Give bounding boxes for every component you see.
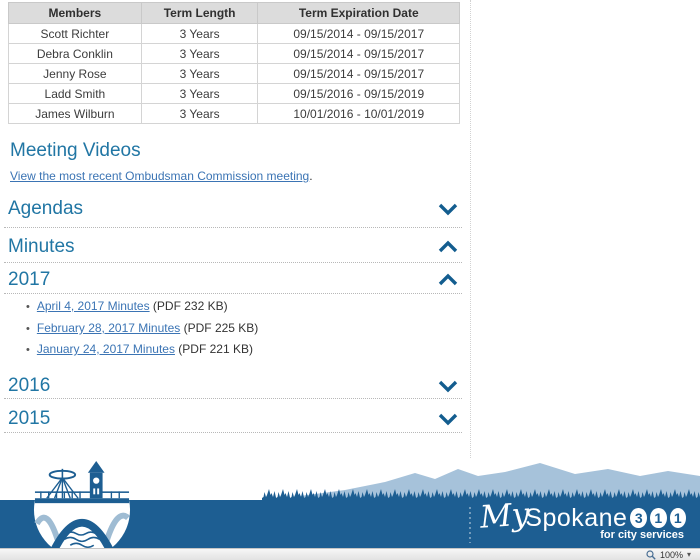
brand-my: My bbox=[478, 496, 531, 536]
accordion-title: Agendas bbox=[8, 198, 84, 219]
content-divider bbox=[470, 0, 471, 458]
chevron-up-icon[interactable] bbox=[438, 273, 458, 287]
section-divider bbox=[4, 227, 462, 228]
table-row: Ladd Smith 3 Years 09/15/2016 - 09/15/20… bbox=[8, 83, 460, 104]
term-expiration: 09/15/2014 - 09/15/2017 bbox=[257, 23, 460, 44]
list-item: • April 4, 2017 Minutes (PDF 232 KB) bbox=[26, 299, 228, 313]
minutes-pdf-link[interactable]: February 28, 2017 Minutes bbox=[37, 321, 180, 335]
list-item: • February 28, 2017 Minutes (PDF 225 KB) bbox=[26, 321, 258, 335]
page: Members Term Length Term Expiration Date… bbox=[0, 0, 700, 560]
term-length: 3 Years bbox=[140, 103, 259, 124]
term-expiration: 09/15/2014 - 09/15/2017 bbox=[257, 43, 460, 64]
member-name: Debra Conklin bbox=[8, 43, 142, 64]
bullet-icon: • bbox=[26, 323, 30, 335]
term-length: 3 Years bbox=[140, 63, 259, 84]
bridge-logo bbox=[33, 461, 131, 559]
brand-spokane: Spokane bbox=[525, 504, 628, 532]
footer: My Spokane 3 1 1 for city services 100% … bbox=[0, 460, 700, 560]
zoom-dropdown-caret: ▾ bbox=[686, 549, 691, 559]
table-row: James Wilburn 3 Years 10/01/2016 - 10/01… bbox=[8, 103, 460, 124]
term-length: 3 Years bbox=[140, 23, 259, 44]
meeting-videos-heading: Meeting Videos bbox=[10, 140, 141, 161]
chevron-down-icon[interactable] bbox=[438, 379, 458, 393]
file-meta: (PDF 221 KB) bbox=[174, 342, 253, 356]
term-expiration: 10/01/2016 - 10/01/2019 bbox=[257, 103, 460, 124]
bullet-icon: • bbox=[26, 301, 30, 313]
table-row: Debra Conklin 3 Years 09/15/2014 - 09/15… bbox=[8, 43, 460, 64]
accordion-agendas[interactable]: Agendas bbox=[8, 197, 460, 221]
zoom-control[interactable]: 100% ▾ bbox=[646, 550, 691, 560]
term-length: 3 Years bbox=[140, 43, 259, 64]
member-name: Scott Richter bbox=[8, 23, 142, 44]
section-divider bbox=[4, 398, 462, 399]
col-header-members: Members bbox=[8, 2, 142, 24]
accordion-minutes[interactable]: Minutes bbox=[8, 235, 460, 259]
link-suffix: . bbox=[309, 169, 313, 183]
recent-meeting-link[interactable]: View the most recent Ombudsman Commissio… bbox=[10, 169, 309, 183]
member-name: James Wilburn bbox=[8, 103, 142, 124]
digit-badge: 1 bbox=[649, 507, 667, 528]
accordion-2015[interactable]: 2015 bbox=[8, 407, 460, 431]
meeting-videos-line: View the most recent Ombudsman Commissio… bbox=[10, 169, 313, 183]
accordion-title: 2016 bbox=[8, 375, 51, 396]
table-row: Jenny Rose 3 Years 09/15/2014 - 09/15/20… bbox=[8, 63, 460, 84]
term-expiration: 09/15/2014 - 09/15/2017 bbox=[257, 63, 460, 84]
accordion-title: 2015 bbox=[8, 408, 51, 429]
accordion-2016[interactable]: 2016 bbox=[8, 374, 460, 398]
col-header-term-expiration: Term Expiration Date bbox=[257, 2, 460, 24]
chevron-down-icon[interactable] bbox=[438, 202, 458, 216]
section-divider bbox=[4, 432, 462, 433]
list-item: • January 24, 2017 Minutes (PDF 221 KB) bbox=[26, 342, 253, 356]
section-divider bbox=[4, 293, 462, 294]
brand-tagline: for city services bbox=[600, 529, 684, 541]
zoom-level: 100% bbox=[659, 549, 683, 560]
col-header-term-length: Term Length bbox=[140, 2, 259, 24]
file-meta: (PDF 225 KB) bbox=[180, 321, 259, 335]
minutes-pdf-link[interactable]: January 24, 2017 Minutes bbox=[37, 342, 175, 356]
file-meta: (PDF 232 KB) bbox=[149, 299, 228, 313]
members-table: Members Term Length Term Expiration Date… bbox=[8, 2, 460, 124]
accordion-title: Minutes bbox=[8, 236, 75, 257]
member-name: Jenny Rose bbox=[8, 63, 142, 84]
chevron-up-icon[interactable] bbox=[438, 240, 458, 254]
table-header-row: Members Term Length Term Expiration Date bbox=[8, 2, 460, 24]
term-length: 3 Years bbox=[140, 83, 259, 104]
table-row: Scott Richter 3 Years 09/15/2014 - 09/15… bbox=[8, 23, 460, 44]
bullet-icon: • bbox=[26, 344, 30, 356]
accordion-2017[interactable]: 2017 bbox=[8, 268, 460, 292]
digit-badge: 1 bbox=[669, 507, 687, 528]
myspokane-311-logo: My Spokane 3 1 1 for city services bbox=[478, 496, 687, 541]
minutes-pdf-link[interactable]: April 4, 2017 Minutes bbox=[37, 299, 150, 313]
browser-status-bar: 100% ▾ bbox=[0, 548, 700, 560]
section-divider bbox=[4, 262, 462, 263]
magnifier-icon bbox=[646, 549, 656, 560]
accordion-title: 2017 bbox=[8, 269, 51, 290]
member-name: Ladd Smith bbox=[8, 83, 142, 104]
term-expiration: 09/15/2016 - 09/15/2019 bbox=[257, 83, 460, 104]
chevron-down-icon[interactable] bbox=[438, 412, 458, 426]
digit-badge: 3 bbox=[630, 507, 647, 528]
